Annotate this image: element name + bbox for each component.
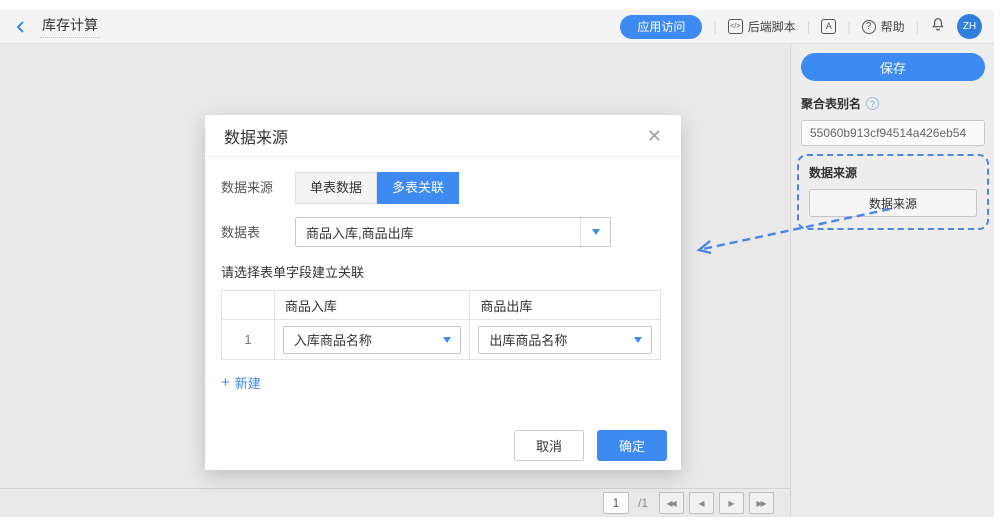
table-row: 1 入库商品名称 出库商品名称 bbox=[222, 320, 661, 360]
left-field-value: 入库商品名称 bbox=[284, 330, 444, 349]
help-button[interactable]: ? 帮助 bbox=[862, 18, 905, 35]
bell-icon bbox=[930, 16, 946, 37]
relation-table: 商品入库 商品出库 1 入库商品名称 出库商品名称 bbox=[221, 290, 661, 360]
modal-footer: 取消 确定 bbox=[514, 430, 667, 461]
relation-hint: 请选择表单字段建立关联 bbox=[221, 262, 665, 281]
data-table-label: 数据表 bbox=[221, 217, 295, 249]
alias-label: 聚合表别名 bbox=[801, 95, 861, 112]
last-page-button[interactable]: ▶▶ bbox=[749, 492, 774, 514]
divider: | bbox=[916, 19, 919, 34]
divider: | bbox=[807, 19, 810, 34]
close-icon[interactable]: ✕ bbox=[647, 127, 662, 145]
modal-body: 数据来源 单表数据 多表关联 数据表 商品入库,商品出库 请选择表单字段建立关联 bbox=[205, 157, 681, 392]
backend-script-button[interactable]: </> 后端脚本 bbox=[728, 18, 796, 35]
app-access-button[interactable]: 应用访问 bbox=[620, 15, 702, 39]
index-column-header bbox=[222, 291, 275, 320]
app-window: 库存计算 应用访问 | </> 后端脚本 | A | ? 帮助 | bbox=[0, 10, 994, 517]
back-button[interactable] bbox=[14, 20, 28, 34]
language-icon: A bbox=[821, 19, 836, 34]
chevron-left-icon bbox=[14, 20, 28, 34]
language-button[interactable]: A bbox=[821, 19, 836, 34]
source-type-tabs: 单表数据 多表关联 bbox=[295, 172, 459, 204]
divider: | bbox=[713, 19, 716, 34]
datasource-button[interactable]: 数据来源 bbox=[809, 189, 977, 217]
question-circle-icon[interactable]: ? bbox=[866, 97, 879, 110]
right-field-select[interactable]: 出库商品名称 bbox=[478, 326, 652, 354]
save-button[interactable]: 保存 bbox=[801, 53, 985, 81]
modal-title: 数据来源 bbox=[224, 124, 288, 148]
code-icon: </> bbox=[728, 19, 743, 34]
current-page-input[interactable]: 1 bbox=[603, 492, 629, 514]
select-caret-section bbox=[580, 218, 610, 246]
top-bar: 库存计算 应用访问 | </> 后端脚本 | A | ? 帮助 | bbox=[0, 10, 994, 44]
alias-label-row: 聚合表别名 ? bbox=[801, 95, 985, 112]
right-field-value: 出库商品名称 bbox=[479, 330, 634, 349]
add-new-label: 新建 bbox=[235, 373, 261, 392]
data-table-select-value: 商品入库,商品出库 bbox=[296, 223, 580, 242]
cancel-button[interactable]: 取消 bbox=[514, 430, 584, 461]
page-title[interactable]: 库存计算 bbox=[40, 16, 100, 38]
pagination-bar: 1 /1 ◀◀ ◀ ▶ ▶▶ bbox=[0, 488, 790, 517]
source-type-row: 数据来源 单表数据 多表关联 bbox=[221, 172, 665, 204]
top-bar-actions: 应用访问 | </> 后端脚本 | A | ? 帮助 | bbox=[620, 14, 982, 39]
first-page-button[interactable]: ◀◀ bbox=[659, 492, 684, 514]
chevron-down-icon bbox=[443, 337, 451, 343]
modal-header: 数据来源 ✕ bbox=[205, 115, 681, 157]
datasource-modal: 数据来源 ✕ 数据来源 单表数据 多表关联 数据表 商品入库,商品出库 bbox=[205, 115, 681, 470]
divider: | bbox=[847, 19, 850, 34]
tab-multi-table[interactable]: 多表关联 bbox=[377, 172, 459, 204]
source-type-label: 数据来源 bbox=[221, 172, 295, 204]
relation-table-header: 商品入库 商品出库 bbox=[222, 291, 661, 320]
prev-page-button[interactable]: ◀ bbox=[689, 492, 714, 514]
datasource-highlight-box: 数据来源 数据来源 bbox=[797, 154, 989, 230]
plus-icon: + bbox=[221, 375, 230, 390]
page-total-label: /1 bbox=[638, 496, 648, 510]
right-column-header: 商品出库 bbox=[470, 291, 661, 320]
chevron-down-icon bbox=[634, 337, 642, 343]
left-field-select[interactable]: 入库商品名称 bbox=[283, 326, 462, 354]
left-column-header: 商品入库 bbox=[274, 291, 470, 320]
data-table-row: 数据表 商品入库,商品出库 bbox=[221, 217, 665, 249]
datasource-section-label: 数据来源 bbox=[809, 164, 977, 181]
add-new-button[interactable]: + 新建 bbox=[221, 373, 261, 392]
chevron-down-icon bbox=[592, 229, 600, 235]
alias-input[interactable] bbox=[801, 120, 985, 146]
help-icon: ? bbox=[862, 20, 876, 34]
backend-script-label: 后端脚本 bbox=[748, 18, 796, 35]
row-index: 1 bbox=[222, 320, 275, 360]
avatar[interactable]: ZH bbox=[957, 14, 982, 39]
next-page-button[interactable]: ▶ bbox=[719, 492, 744, 514]
notification-button[interactable] bbox=[930, 16, 946, 37]
confirm-button[interactable]: 确定 bbox=[597, 430, 667, 461]
tab-single-table[interactable]: 单表数据 bbox=[295, 172, 377, 204]
help-label: 帮助 bbox=[881, 18, 905, 35]
settings-sidebar: 保存 聚合表别名 ? 数据来源 数据来源 bbox=[792, 44, 994, 517]
data-table-select[interactable]: 商品入库,商品出库 bbox=[295, 217, 611, 247]
